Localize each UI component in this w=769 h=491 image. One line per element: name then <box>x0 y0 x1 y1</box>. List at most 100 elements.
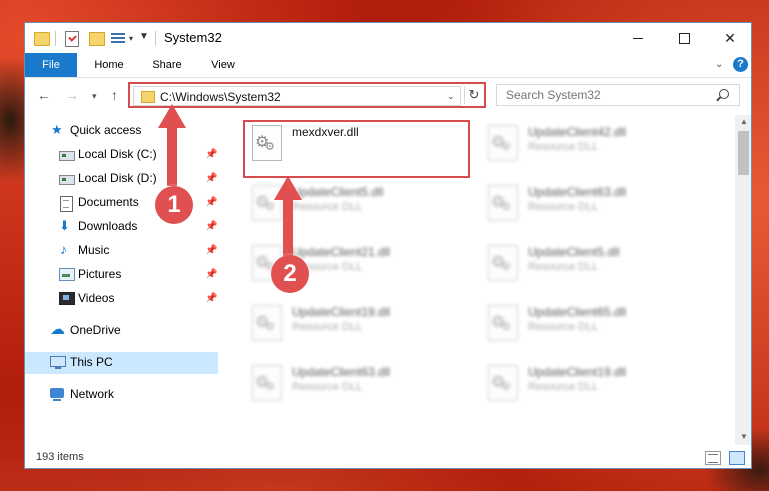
sidebar-item-label: Pictures <box>78 267 122 281</box>
window-title: System32 <box>164 30 222 45</box>
dll-file-icon <box>488 365 518 401</box>
scrollbar-thumb[interactable] <box>738 131 749 175</box>
minimize-icon <box>633 37 643 39</box>
address-field[interactable]: C:\Windows\System32 ⌄ <box>133 86 461 106</box>
folder-icon <box>141 91 155 103</box>
onedrive-icon <box>50 320 65 338</box>
this-pc-icon <box>50 356 66 369</box>
search-icon[interactable] <box>719 89 729 99</box>
documents-icon <box>60 196 73 212</box>
file-type: Resource DLL <box>528 141 599 153</box>
sidebar-item-label: Documents <box>78 195 139 209</box>
recent-locations-button[interactable]: ▾ <box>92 91 97 102</box>
pin-icon[interactable]: 📌 <box>205 197 217 208</box>
file-item-mexdxver[interactable]: mexdxver.dll <box>244 119 474 175</box>
sidebar-item-label: Quick access <box>70 123 142 137</box>
file-name: UpdateClient65.dll <box>528 305 627 319</box>
file-item[interactable]: UpdateClient42.dll Resource DLL <box>480 119 710 175</box>
step-badge-2: 2 <box>271 255 309 293</box>
vertical-scrollbar[interactable]: ▲ ▼ <box>735 115 751 445</box>
new-folder-icon[interactable] <box>89 32 105 46</box>
maximize-button[interactable] <box>661 23 707 53</box>
folder-icon <box>34 32 50 46</box>
music-icon <box>59 241 73 258</box>
tab-share[interactable]: Share <box>141 53 193 77</box>
back-button[interactable]: ← <box>37 87 51 103</box>
file-type: Resource DLL <box>528 321 599 333</box>
sidebar-item-pictures[interactable]: Pictures 📌 <box>25 264 218 286</box>
file-item[interactable]: UpdateClient65.dll Resource DLL <box>480 299 710 355</box>
sidebar-item-label: Downloads <box>78 219 138 233</box>
file-item[interactable]: UpdateClient19.dll Resource DLL <box>480 359 710 415</box>
refresh-icon[interactable]: ↻ <box>464 86 483 104</box>
sidebar-item-onedrive[interactable]: OneDrive <box>25 320 218 342</box>
dll-file-icon <box>252 125 282 161</box>
forward-button[interactable]: → <box>65 87 79 103</box>
file-name: UpdateClient19.dll <box>528 365 627 379</box>
pin-icon[interactable]: 📌 <box>205 149 217 160</box>
sidebar-item-videos[interactable]: Videos 📌 <box>25 288 218 310</box>
sidebar-item-quick-access[interactable]: Quick access <box>25 120 218 142</box>
sidebar-item-downloads[interactable]: Downloads 📌 <box>25 216 218 238</box>
file-type: Resource DLL <box>292 381 363 393</box>
file-type: Resource DLL <box>292 201 363 213</box>
pin-icon[interactable]: 📌 <box>205 293 217 304</box>
dll-file-icon <box>488 185 518 221</box>
search-box[interactable] <box>496 84 740 106</box>
sidebar-item-local-disk-c[interactable]: Local Disk (C:) 📌 <box>25 144 218 166</box>
maximize-icon <box>678 32 690 44</box>
file-name: mexdxver.dll <box>292 125 359 139</box>
pin-icon[interactable]: 📌 <box>205 269 217 280</box>
sidebar-item-this-pc[interactable]: This PC <box>25 352 218 374</box>
help-icon[interactable]: ? <box>733 57 748 72</box>
sidebar-item-label: This PC <box>70 355 113 369</box>
file-item[interactable]: UpdateClient63.dll Resource DLL <box>244 359 474 415</box>
tab-view[interactable]: View <box>201 53 245 77</box>
large-icons-view-icon[interactable] <box>729 451 745 465</box>
network-icon <box>50 388 64 401</box>
disk-icon <box>59 151 75 161</box>
view-dropdown-icon[interactable]: ▾ <box>129 34 133 43</box>
ribbon-tabs: File Home Share View ⌄ ? <box>25 53 751 78</box>
navigation-bar: ← → ▾ ↑ C:\Windows\System32 ⌄ ↻ <box>25 78 751 112</box>
pin-icon[interactable]: 📌 <box>205 173 217 184</box>
file-item[interactable]: UpdateClient19.dll Resource DLL <box>244 299 474 355</box>
sidebar-item-label: OneDrive <box>70 323 121 337</box>
file-name: UpdateClient42.dll <box>528 125 627 139</box>
downloads-icon <box>59 218 73 234</box>
file-item[interactable]: UpdateClient5.dll Resource DLL <box>480 239 710 295</box>
sidebar-item-label: Network <box>70 387 115 401</box>
tab-home[interactable]: Home <box>85 53 133 77</box>
dll-file-icon <box>488 305 518 341</box>
close-button[interactable]: ✕ <box>707 23 751 53</box>
tab-file[interactable]: File <box>25 53 77 77</box>
up-button[interactable]: ↑ <box>111 87 118 103</box>
pin-icon[interactable]: 📌 <box>205 221 217 232</box>
details-view-icon[interactable] <box>705 451 721 465</box>
expand-ribbon-icon[interactable]: ⌄ <box>715 59 723 70</box>
view-options-icon[interactable] <box>111 32 125 45</box>
file-name: UpdateClient5.dll <box>528 245 620 259</box>
scroll-down-icon[interactable]: ▼ <box>740 432 748 441</box>
file-item[interactable]: UpdateClient63.dll Resource DLL <box>480 179 710 235</box>
search-input[interactable] <box>506 88 716 102</box>
file-name: UpdateClient19.dll <box>292 305 391 319</box>
scroll-up-icon[interactable]: ▲ <box>740 117 748 126</box>
sidebar-item-music[interactable]: Music 📌 <box>25 240 218 262</box>
sidebar-item-local-disk-d[interactable]: Local Disk (D:) 📌 <box>25 168 218 190</box>
minimize-button[interactable] <box>615 23 661 53</box>
file-item[interactable]: UpdateClient5.dll Resource DLL <box>244 179 474 235</box>
address-path[interactable]: C:\Windows\System32 <box>160 90 281 104</box>
customize-toolbar-icon[interactable]: ▼ <box>139 31 149 42</box>
videos-icon <box>59 292 75 305</box>
properties-icon[interactable] <box>65 31 79 47</box>
sidebar-item-label: Local Disk (C:) <box>78 147 157 161</box>
sidebar-item-label: Music <box>78 243 110 257</box>
pin-icon[interactable]: 📌 <box>205 245 217 256</box>
address-bar[interactable]: C:\Windows\System32 ⌄ ↻ <box>128 82 486 108</box>
sidebar-item-label: Videos <box>78 291 115 305</box>
address-dropdown-icon[interactable]: ⌄ <box>447 91 455 102</box>
pictures-icon <box>59 268 75 281</box>
disk-icon <box>59 175 75 185</box>
sidebar-item-network[interactable]: Network <box>25 384 218 406</box>
